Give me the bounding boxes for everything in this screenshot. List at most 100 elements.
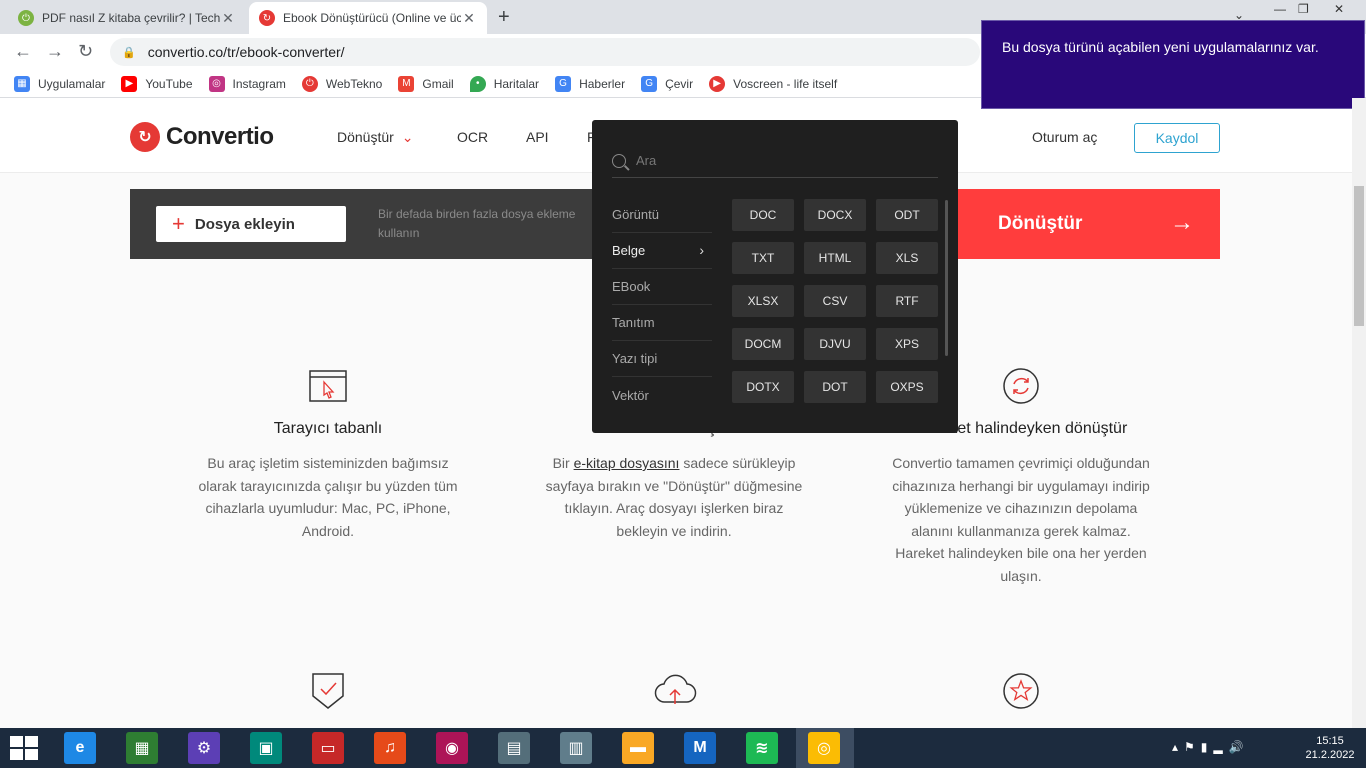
clock-date: 21.2.2022 (1305, 749, 1355, 761)
notification-text: Bu dosya türünü açabilen yeni uygulamala… (1002, 39, 1319, 55)
camera-icon[interactable]: ◉ (436, 732, 468, 764)
format-xps[interactable]: XPS (876, 328, 938, 360)
dropdown-scrollbar[interactable] (945, 200, 948, 356)
close-icon[interactable]: ✕ (461, 10, 477, 27)
nav-label: Dönüştür (337, 129, 394, 145)
monitor-icon[interactable]: ▥ (560, 732, 592, 764)
chevron-down-icon: ⌄ (401, 129, 414, 145)
lock-icon: 🔒 (122, 46, 136, 59)
minimize-icon[interactable]: — (1274, 2, 1286, 16)
news-icon: G (555, 75, 572, 92)
format-dot[interactable]: DOT (804, 371, 866, 403)
settings-icon[interactable]: ⚙ (188, 732, 220, 764)
nav-ocr[interactable]: OCR (457, 129, 488, 145)
control-panel-icon[interactable]: ▤ (498, 732, 530, 764)
format-xlsx[interactable]: XLSX (732, 285, 794, 317)
tab-title: PDF nasıl Z kitaba çevrilir? | Techr (42, 11, 220, 25)
plus-icon: + (172, 211, 185, 236)
close-icon[interactable]: ✕ (220, 10, 236, 27)
store-icon[interactable]: ▦ (126, 732, 158, 764)
convertio-favicon-icon: ↻ (259, 10, 275, 26)
file-explorer-icon[interactable]: ▬ (622, 732, 654, 764)
nav-api[interactable]: API (526, 129, 549, 145)
category-belge[interactable]: Belge › (612, 233, 712, 269)
category-yazi-tipi[interactable]: Yazı tipi (612, 341, 712, 377)
format-dotx[interactable]: DOTX (732, 371, 794, 403)
bookmark-label: Gmail (422, 76, 454, 91)
system-tray-icons[interactable]: ▴⚑▮▂🔊 (1172, 740, 1250, 754)
spotify-icon[interactable]: ≋ (746, 732, 778, 764)
format-search-input[interactable]: Ara (612, 144, 938, 178)
format-odt[interactable]: ODT (876, 199, 938, 231)
bookmark-label: Instagram (232, 76, 286, 91)
maps-icon: • (469, 75, 486, 92)
bookmark-uygulamalar[interactable]: ▦ Uygulamalar (14, 75, 105, 92)
bookmark-label: Haberler (579, 76, 626, 91)
format-csv[interactable]: CSV (804, 285, 866, 317)
format-djvu[interactable]: DJVU (804, 328, 866, 360)
bookmark-label: Çevir (665, 76, 694, 91)
bookmark-webtekno[interactable]: ⏻ WebTekno (301, 75, 382, 92)
signup-button[interactable]: Kaydol (1134, 123, 1220, 153)
browser-tab-convertio[interactable]: ↻ Ebook Dönüştürücü (Online ve ücr ✕ (249, 2, 487, 34)
power-icon: ⏻ (18, 10, 34, 26)
format-doc[interactable]: DOC (732, 199, 794, 231)
bookmark-cevir[interactable]: G Çevir (641, 75, 694, 92)
bookmark-gmail[interactable]: M Gmail (398, 75, 454, 92)
category-vektor[interactable]: Vektör (612, 377, 712, 413)
bookmark-youtube[interactable]: ▶ YouTube (121, 75, 193, 92)
scrollbar-thumb[interactable] (1354, 186, 1364, 326)
youtube-icon: ▶ (121, 75, 138, 92)
format-rtf[interactable]: RTF (876, 285, 938, 317)
bookmark-instagram[interactable]: ◎ Instagram (208, 75, 286, 92)
convert-label: Dönüştür (998, 213, 1083, 234)
category-ebook[interactable]: EBook (612, 269, 712, 305)
browser-tab-techr[interactable]: ⏻ PDF nasıl Z kitaba çevrilir? | Techr ✕ (8, 2, 246, 34)
convertio-logo-icon: ↻ (130, 122, 160, 152)
voscreen-icon: ▶ (709, 75, 726, 92)
bookmark-voscreen[interactable]: ▶ Voscreen - life itself (709, 75, 838, 92)
windows-start-icon[interactable] (10, 736, 38, 760)
video-icon[interactable]: ▭ (312, 732, 344, 764)
add-file-button[interactable]: + Dosya ekleyin (156, 206, 346, 242)
bookmark-haberler[interactable]: G Haberler (555, 75, 626, 92)
feature-text: Convertio tamamen çevrimiçi olduğundan c… (892, 455, 1150, 584)
convert-button[interactable]: Dönüştür → (948, 189, 1220, 259)
malwarebytes-icon[interactable]: M (684, 732, 716, 764)
chrome-icon[interactable]: ◎ (808, 732, 840, 764)
format-docx[interactable]: DOCX (804, 199, 866, 231)
bookmark-haritalar[interactable]: • Haritalar (469, 75, 539, 92)
format-html[interactable]: HTML (804, 242, 866, 274)
taskbar-clock[interactable]: 15:15 21.2.2022 (1300, 734, 1360, 762)
arrow-right-icon: → (1170, 209, 1194, 236)
windows-notification[interactable]: Bu dosya türünü açabilen yeni uygulamala… (981, 20, 1365, 109)
format-xls[interactable]: XLS (876, 242, 938, 274)
reload-icon[interactable]: ↻ (78, 41, 93, 62)
back-arrow-icon[interactable]: ← (14, 41, 32, 62)
window-close-icon[interactable]: ✕ (1334, 2, 1344, 16)
ebook-file-link[interactable]: e-kitap dosyasını (574, 455, 680, 471)
forward-arrow-icon[interactable]: → (46, 41, 64, 62)
nav-donustur[interactable]: Dönüştür ⌄ (337, 129, 413, 146)
music-icon[interactable]: ♫ (374, 732, 406, 764)
bookmark-label: YouTube (145, 76, 193, 91)
category-goruntu[interactable]: Görüntü (612, 197, 712, 233)
format-oxps[interactable]: OXPS (876, 371, 938, 403)
new-tab-button[interactable]: + (498, 6, 510, 29)
login-link[interactable]: Oturum aç (1032, 129, 1097, 145)
page-scrollbar[interactable] (1352, 98, 1366, 728)
internet-explorer-icon[interactable]: e (64, 732, 96, 764)
convertio-logo[interactable]: ↻ Convertio (130, 122, 274, 152)
chevron-right-icon: › (699, 242, 704, 258)
translate-icon: G (641, 75, 658, 92)
format-docm[interactable]: DOCM (732, 328, 794, 360)
logo-text: Convertio (166, 123, 274, 150)
format-txt[interactable]: TXT (732, 242, 794, 274)
photos-icon[interactable]: ▣ (250, 732, 282, 764)
restore-icon[interactable]: ❐ (1298, 2, 1309, 16)
category-label: Belge (612, 243, 646, 258)
address-bar[interactable]: 🔒 convertio.co/tr/ebook-converter/ (110, 38, 980, 66)
bookmark-label: Voscreen - life itself (733, 76, 838, 91)
category-tanitim[interactable]: Tanıtım (612, 305, 712, 341)
upload-hint: Bir defada birden fazla dosya ekleme kul… (378, 207, 576, 240)
